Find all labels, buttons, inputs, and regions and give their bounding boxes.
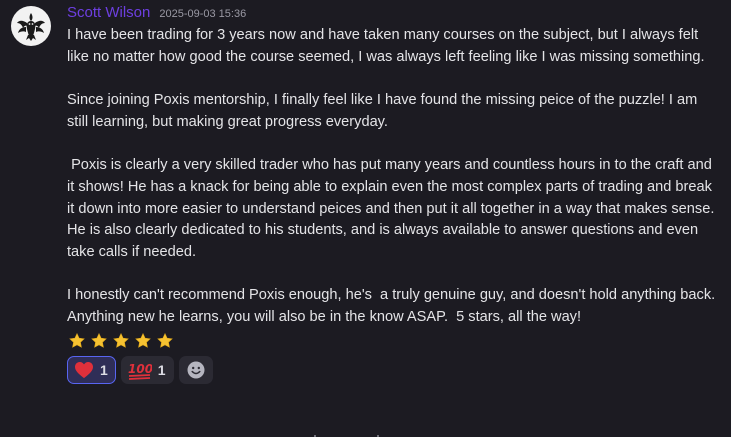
message-header: Scott Wilson 2025-09-03 15:36 [67, 4, 717, 24]
reaction-bar: 1 100 1 [67, 355, 717, 384]
star-icon [69, 332, 85, 348]
star-icon [135, 332, 151, 348]
reaction-hundred[interactable]: 100 1 [120, 355, 174, 384]
star-rating [68, 332, 717, 353]
star-icon [113, 332, 129, 348]
message-paragraph: Poxis is clearly a very skilled trader w… [67, 157, 719, 260]
message-content: Scott Wilson 2025-09-03 15:36 I have bee… [67, 4, 717, 384]
avatar[interactable] [11, 6, 51, 46]
chat-message: Scott Wilson 2025-09-03 15:36 I have bee… [0, 0, 731, 437]
reaction-count: 1 [100, 361, 108, 378]
reaction-heart[interactable]: 1 [67, 355, 116, 384]
phoenix-logo-icon [17, 13, 45, 41]
reaction-count: 1 [157, 361, 166, 378]
message-timestamp: 2025-09-03 15:36 [159, 8, 247, 20]
message-body: I have been trading for 3 years now and … [67, 25, 717, 329]
add-reaction-button[interactable] [178, 355, 213, 384]
smiley-icon [187, 361, 205, 379]
star-icon [157, 332, 173, 348]
message-paragraph: I have been trading for 3 years now and … [67, 27, 705, 65]
author-name[interactable]: Scott Wilson [67, 4, 150, 21]
heart-icon [75, 361, 93, 378]
svg-text:100: 100 [128, 362, 152, 376]
star-icon [91, 332, 107, 348]
scroll-indicator [314, 435, 379, 437]
hundred-points-icon: 100 [128, 362, 152, 380]
message-paragraph: I honestly can't recommend Poxis enough,… [67, 287, 719, 326]
message-paragraph: Since joining Poxis mentorship, I finall… [67, 92, 702, 130]
